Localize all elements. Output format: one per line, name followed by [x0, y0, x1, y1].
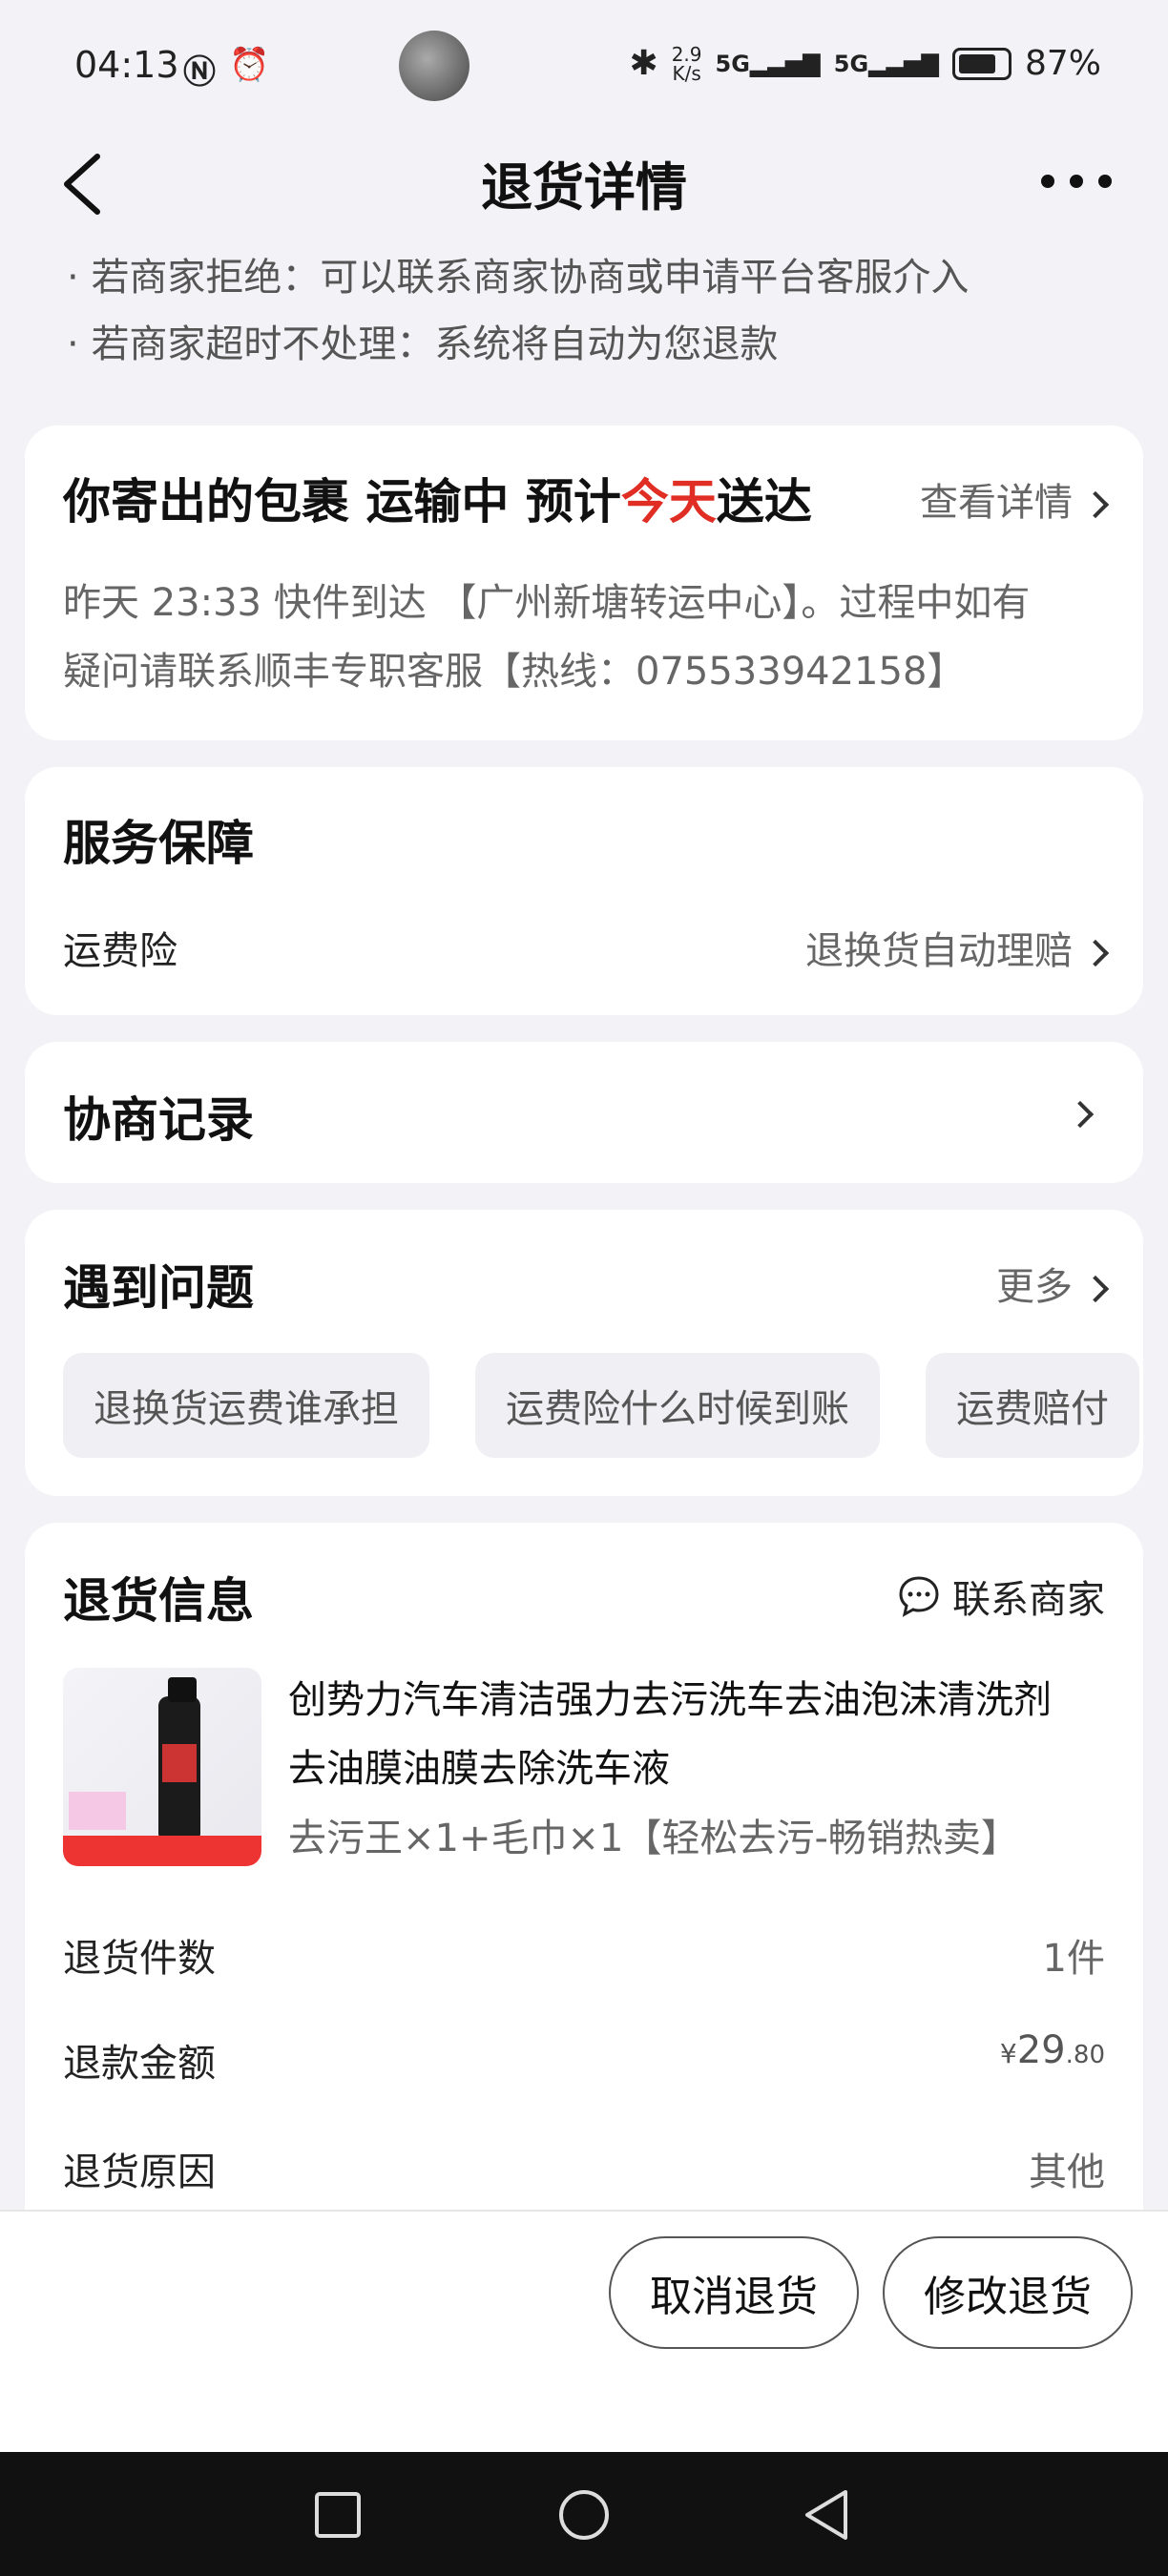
recent-apps-icon[interactable] [313, 2490, 363, 2540]
refund-amount-value: ¥29.80 [999, 2028, 1105, 2072]
status-time: 04:13 [74, 44, 179, 86]
signal-5g-icon: 5G▂▃▅▇ [715, 50, 821, 77]
negotiation-title: 协商记录 [63, 1092, 254, 1148]
problem-chip[interactable]: 运费险什么时候到账 [475, 1353, 880, 1458]
negotiation-record-row[interactable]: 协商记录 [25, 1042, 1143, 1183]
product-spec: 去污王×1+毛巾×1【轻松去污-畅销热卖】 [288, 1817, 1019, 1860]
return-info-title: 退货信息 [63, 1573, 254, 1629]
problem-chip[interactable]: 运费赔付 [926, 1353, 1139, 1458]
back-nav-icon[interactable] [802, 2488, 851, 2542]
logistics-detail: 昨天 23:33 快件到达 【广州新塘转运中心】。过程中如有 疑问请联系顺丰专职… [63, 581, 1031, 694]
bluetooth-icon: ✱ [629, 44, 658, 83]
logistics-title: 你寄出的包裹 运输中 预计今天送达 [63, 474, 812, 530]
chat-bubble-icon [899, 1576, 939, 1617]
logistics-card[interactable]: 你寄出的包裹 运输中 预计今天送达 查看详情 昨天 23:33 快件到达 【广州… [25, 426, 1143, 740]
status-icons: ✱ 2.9 K/s 5G▂▃▅▇ 5G▂▃▅▇ 87% [630, 44, 1101, 83]
battery-percent: 87% [1024, 44, 1101, 83]
service-card: 服务保障 运费险 退换货自动理赔 [25, 767, 1143, 1015]
modify-return-button[interactable]: 修改退货 [883, 2236, 1133, 2349]
contact-merchant-button[interactable]: 联系商家 [897, 1568, 1105, 1624]
return-reason-label: 退货原因 [63, 2150, 216, 2194]
return-info-card: 退货信息 联系商家 创势力汽车清洁强力去污洗车去油泡沫清洗剂 去油膜油膜去除洗车… [25, 1523, 1143, 2248]
product-image[interactable] [63, 1668, 261, 1866]
page-title: 退货详情 [481, 157, 687, 218]
bottom-action-bar: 取消退货 修改退货 [0, 2210, 1168, 2454]
battery-icon [951, 47, 1012, 80]
more-link[interactable]: 更多 [996, 1256, 1110, 1311]
home-icon[interactable] [557, 2488, 611, 2542]
avatar [399, 31, 469, 101]
shipping-insurance-label: 运费险 [63, 929, 177, 973]
problem-chip[interactable]: 退换货运费谁承担 [63, 1353, 429, 1458]
note-item: · 若商家拒绝：可以联系商家协商或申请平台客服介入 [67, 256, 970, 300]
net-speed: 2.9 K/s [671, 42, 702, 85]
shipping-insurance-value[interactable]: 退换货自动理赔 [805, 920, 1110, 975]
return-quantity-label: 退货件数 [63, 1937, 216, 1981]
nfc-icon: Ⓝ [183, 53, 216, 92]
system-nav-bar [0, 2452, 1168, 2576]
view-details-link[interactable]: 查看详情 [920, 471, 1110, 527]
more-icon[interactable] [1038, 162, 1115, 200]
signal-5g-icon-2: 5G▂▃▅▇ [833, 50, 939, 77]
problems-card: 遇到问题 更多 退换货运费谁承担 运费险什么时候到账 运费赔付 [25, 1210, 1143, 1496]
chevron-right-icon [1081, 490, 1110, 519]
product-title[interactable]: 创势力汽车清洁强力去污洗车去油泡沫清洗剂 去油膜油膜去除洗车液 [288, 1666, 1052, 1803]
service-title: 服务保障 [63, 816, 254, 871]
note-item: · 若商家超时不处理：系统将自动为您退款 [67, 322, 779, 366]
return-reason-value: 其他 [1029, 2150, 1105, 2194]
cancel-return-button[interactable]: 取消退货 [609, 2236, 859, 2349]
chevron-right-icon [1081, 939, 1110, 967]
chevron-right-icon [1066, 1100, 1095, 1129]
alarm-icon: ⏰ [229, 46, 270, 84]
problem-chips: 退换货运费谁承担 运费险什么时候到账 运费赔付 [63, 1353, 1143, 1458]
refund-amount-label: 退款金额 [63, 2042, 216, 2086]
chevron-right-icon [1081, 1275, 1110, 1303]
problems-title: 遇到问题 [63, 1260, 254, 1316]
return-quantity-value: 1件 [1042, 1937, 1105, 1981]
